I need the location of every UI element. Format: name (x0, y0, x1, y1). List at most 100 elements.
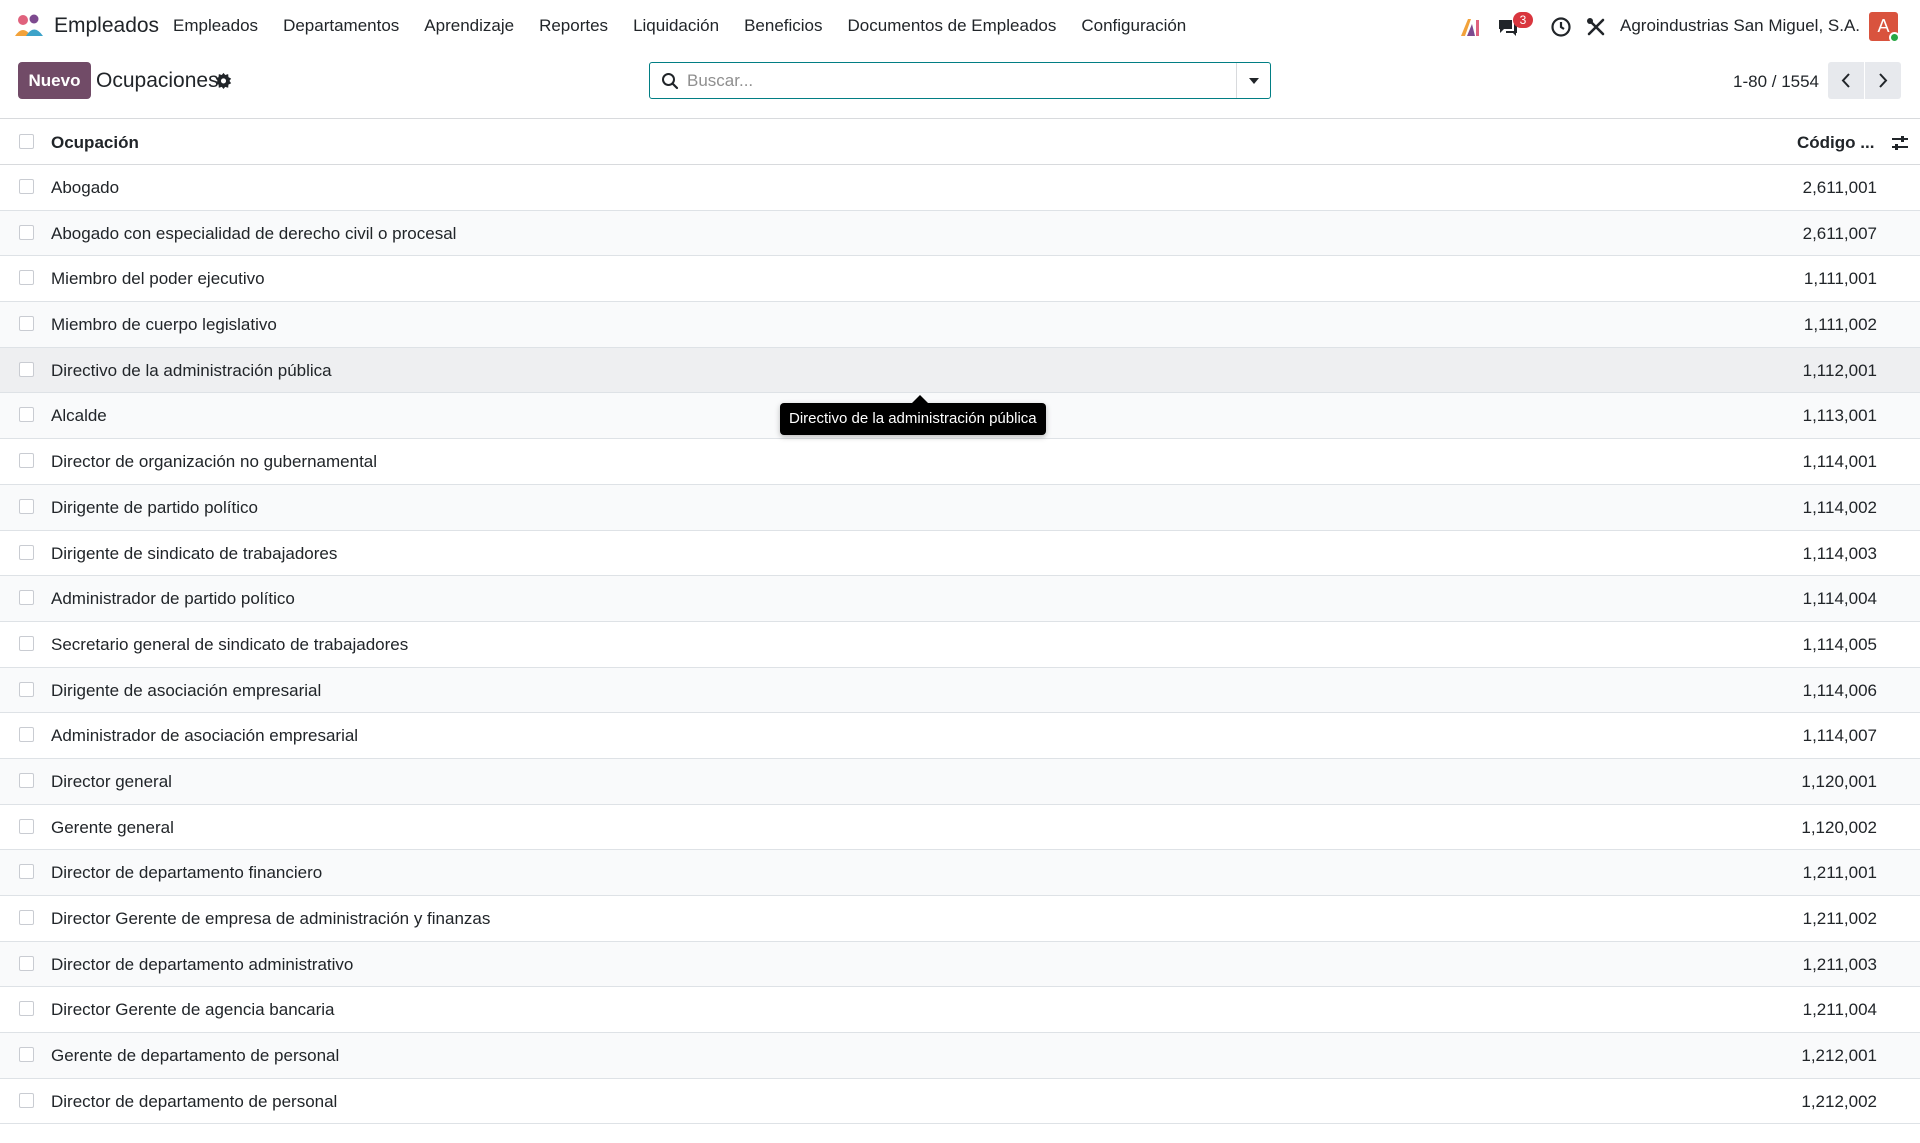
table-row[interactable]: Director de organización no gubernamenta… (0, 439, 1920, 485)
table-row[interactable]: Directivo de la administración pública 1,… (0, 347, 1920, 394)
row-checkbox[interactable] (19, 179, 34, 194)
table-row[interactable]: Director de departamento financiero 1,211… (0, 850, 1920, 896)
menu-item-aprendizaje[interactable]: Aprendizaje (424, 16, 514, 36)
occupation-code: 2,611,001 (1802, 178, 1877, 197)
employees-app-icon[interactable] (14, 12, 44, 38)
online-status-dot (1889, 32, 1900, 43)
table-row[interactable]: Miembro del poder ejecutivo 1,111,001 (0, 256, 1920, 303)
table-row[interactable]: Abogado con especialidad de derecho civi… (0, 210, 1920, 257)
column-header-codigo[interactable]: Código ... (1797, 133, 1874, 153)
row-checkbox[interactable] (19, 910, 34, 925)
row-checkbox[interactable] (19, 453, 34, 469)
occupation-code: 1,114,007 (1802, 726, 1877, 746)
occupation-code: 1,211,002 (1802, 909, 1877, 928)
menu-item-documentos[interactable]: Documentos de Empleados (848, 16, 1057, 36)
occupation-name: Administrador de partido político (51, 589, 295, 609)
occupation-code: 1,120,001 (1801, 771, 1877, 791)
clock-icon[interactable] (1550, 16, 1572, 38)
table-row[interactable]: Dirigente de asociación empresarial 1,114… (0, 667, 1920, 714)
table-row[interactable]: Director Gerente de empresa de administr… (0, 896, 1920, 942)
app-name[interactable]: Empleados (54, 14, 159, 38)
ai-icon[interactable] (1459, 16, 1481, 38)
menu-item-liquidacion[interactable]: Liquidación (633, 16, 719, 36)
menu-item-reportes[interactable]: Reportes (539, 16, 608, 36)
row-checkbox[interactable] (19, 1092, 34, 1108)
occupation-name: Abogado con especialidad de derecho civi… (51, 223, 457, 243)
menu-item-departamentos[interactable]: Departamentos (283, 16, 399, 36)
row-checkbox[interactable] (19, 270, 34, 286)
occupation-name: Director de departamento de personal (51, 1091, 338, 1111)
table-row[interactable]: Director de departamento de personal 1,21… (0, 1079, 1920, 1125)
row-checkbox[interactable] (19, 818, 34, 834)
menu-item-empleados[interactable]: Empleados (173, 16, 258, 36)
occupation-name: Dirigente de asociación empresarial (51, 680, 322, 700)
list-header: Ocupación Código ... (0, 118, 1920, 165)
occupation-code: 1,113,001 (1802, 406, 1877, 426)
table-row[interactable]: Gerente de departamento de personal 1,212… (0, 1033, 1920, 1079)
menu-item-beneficios[interactable]: Beneficios (744, 16, 822, 36)
pager-value[interactable]: 1-80 / 1554 (1733, 72, 1819, 92)
occupation-code: 1,114,002 (1802, 497, 1877, 517)
row-checkbox[interactable] (19, 955, 34, 971)
row-checkbox[interactable] (19, 1047, 34, 1063)
occupation-name: Director Gerente de agencia bancaria (51, 1000, 335, 1020)
table-row[interactable]: Secretario general de sindicato de traba… (0, 622, 1920, 668)
row-checkbox[interactable] (19, 590, 34, 606)
main-menu: Empleados Departamentos Aprendizaje Repo… (173, 0, 1211, 52)
search-bar (649, 62, 1271, 99)
menu-item-configuracion[interactable]: Configuración (1081, 16, 1186, 36)
occupation-code: 1,212,001 (1801, 1046, 1877, 1066)
table-row[interactable]: Director Gerente de agencia bancaria 1,21… (0, 987, 1920, 1034)
occupation-code: 1,211,001 (1802, 863, 1877, 883)
chevron-left-icon (1841, 73, 1850, 88)
new-button[interactable]: Nuevo (18, 62, 91, 99)
occupation-name: Alcalde (51, 406, 107, 426)
gear-icon[interactable] (215, 72, 232, 89)
table-row[interactable]: Administrador de partido político 1,114,0… (0, 576, 1920, 622)
occupation-name: Administrador de asociación empresarial (51, 726, 359, 746)
occupation-name: Director Gerente de empresa de administr… (51, 909, 491, 928)
occupation-name: Director de departamento financiero (51, 863, 323, 883)
row-checkbox[interactable] (19, 498, 34, 514)
table-row[interactable]: Director general 1,120,001 (0, 758, 1920, 805)
occupation-name: Gerente de departamento de personal (51, 1046, 340, 1066)
row-checkbox[interactable] (19, 1001, 34, 1017)
tooltip: Directivo de la administración pública (780, 403, 1046, 435)
table-row[interactable]: Dirigente de partido político 1,114,002 (0, 484, 1920, 531)
row-checkbox[interactable] (19, 772, 34, 788)
occupation-name: Abogado (51, 178, 120, 197)
company-switcher[interactable]: Agroindustrias San Miguel, S.A. (1620, 16, 1860, 36)
search-icon (662, 73, 679, 90)
tooltip-arrow (912, 395, 928, 403)
tools-icon[interactable] (1585, 16, 1607, 38)
table-row[interactable]: Abogado 2,611,001 (0, 165, 1920, 211)
occupation-name: Director de departamento administrativo (51, 954, 354, 974)
row-checkbox[interactable] (19, 224, 34, 240)
search-options-toggle[interactable] (1236, 63, 1270, 98)
row-checkbox[interactable] (19, 361, 34, 377)
optional-columns-icon[interactable] (1891, 134, 1909, 152)
row-checkbox[interactable] (19, 544, 34, 560)
table-row[interactable]: Administrador de asociación empresarial 1… (0, 713, 1920, 759)
occupation-code: 1,114,003 (1802, 543, 1877, 563)
row-checkbox[interactable] (19, 727, 34, 743)
row-checkbox[interactable] (19, 407, 34, 423)
table-row[interactable]: Gerente general 1,120,002 (0, 805, 1920, 851)
occupation-code: 1,114,005 (1802, 634, 1877, 654)
occupation-name: Miembro de cuerpo legislativo (51, 315, 277, 335)
table-row[interactable]: Dirigente de sindicato de trabajadores 1,… (0, 531, 1920, 577)
table-row[interactable]: Director de departamento administrativo 1… (0, 941, 1920, 988)
pager-next-button[interactable] (1865, 62, 1901, 99)
search-input[interactable] (687, 67, 1227, 95)
row-checkbox[interactable] (19, 316, 34, 332)
column-header-ocupacion[interactable]: Ocupación (51, 133, 139, 153)
occupation-name: Director general (51, 771, 172, 791)
table-row[interactable]: Miembro de cuerpo legislativo 1,111,002 (0, 302, 1920, 348)
row-checkbox[interactable] (19, 635, 34, 651)
row-checkbox[interactable] (19, 681, 34, 697)
occupation-code: 1,114,006 (1802, 680, 1877, 700)
select-all-checkbox[interactable] (19, 134, 34, 149)
occupation-code: 1,112,001 (1802, 360, 1877, 380)
row-checkbox[interactable] (19, 864, 34, 880)
pager-previous-button[interactable] (1828, 62, 1864, 99)
